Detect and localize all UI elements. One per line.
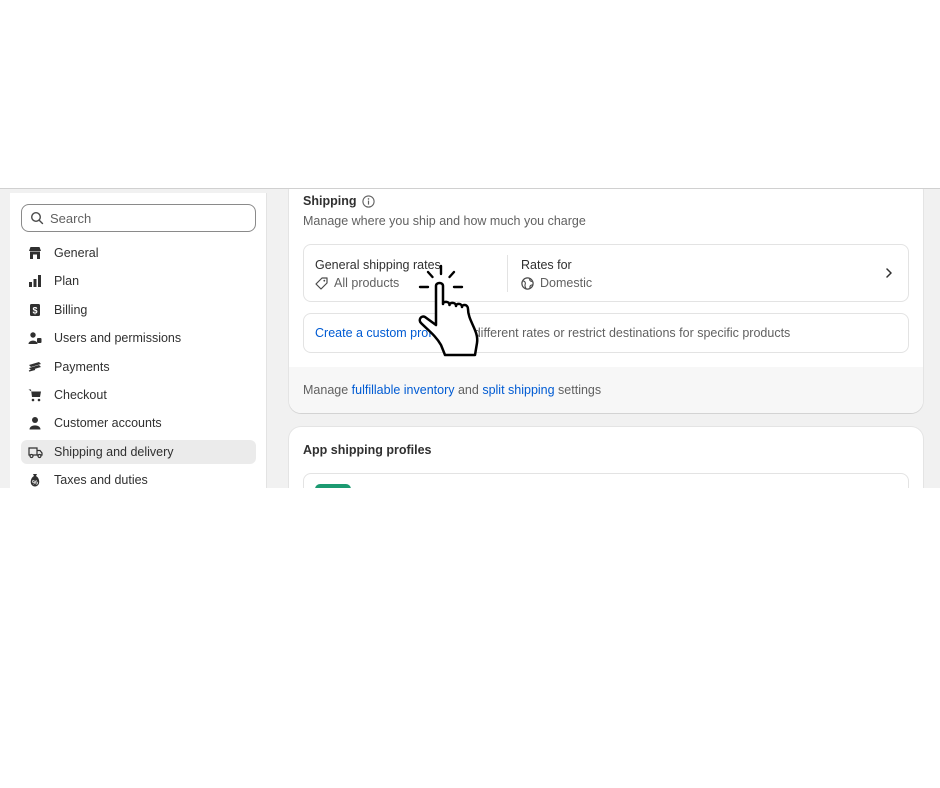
sidebar-item-checkout[interactable]: Checkout bbox=[21, 383, 256, 407]
sidebar-item-label: Plan bbox=[54, 274, 80, 289]
search-input[interactable] bbox=[50, 210, 240, 226]
split-shipping-link[interactable]: split shipping bbox=[482, 383, 554, 397]
sidebar-item-plan[interactable]: Plan bbox=[21, 269, 256, 293]
tax-icon: % bbox=[27, 472, 43, 488]
sidebar-item-label: Taxes and duties bbox=[54, 473, 148, 488]
chevron-right-icon bbox=[886, 268, 892, 278]
app-logo-icon bbox=[315, 484, 351, 488]
store-icon bbox=[27, 245, 43, 261]
shipping-card: Shipping Manage where you ship and how m… bbox=[289, 189, 923, 413]
sidebar-item-users[interactable]: Users and permissions bbox=[21, 326, 256, 350]
sidebar-item-taxes[interactable]: % Taxes and duties bbox=[21, 468, 256, 488]
svg-text:$: $ bbox=[32, 305, 37, 315]
person-icon bbox=[27, 415, 43, 431]
sidebar-item-customer-accounts[interactable]: Customer accounts bbox=[21, 411, 256, 435]
payments-icon bbox=[27, 359, 43, 375]
users-icon bbox=[27, 330, 43, 346]
cart-icon bbox=[27, 387, 43, 403]
rates-products: All products bbox=[334, 276, 400, 290]
app-profile-row[interactable] bbox=[303, 473, 909, 488]
main-content: Shipping Manage where you ship and how m… bbox=[289, 189, 923, 488]
custom-profile-row: Create a custom prof different rates or … bbox=[303, 313, 909, 353]
tag-icon bbox=[315, 276, 328, 290]
search-box[interactable] bbox=[21, 204, 256, 232]
info-icon[interactable] bbox=[362, 194, 376, 208]
sidebar-item-shipping[interactable]: Shipping and delivery bbox=[21, 439, 256, 464]
sidebar-item-label: Shipping and delivery bbox=[54, 444, 174, 459]
hand-pointer-cursor-icon bbox=[418, 264, 479, 357]
sidebar-nav: General Plan $ Billing Users and permiss… bbox=[21, 241, 256, 488]
sidebar-item-payments[interactable]: Payments bbox=[21, 355, 256, 379]
plan-icon bbox=[27, 273, 43, 289]
divider bbox=[507, 255, 508, 292]
truck-icon bbox=[27, 444, 43, 460]
sidebar-item-label: Billing bbox=[54, 302, 88, 317]
custom-profile-text: different rates or restrict destinations… bbox=[473, 326, 791, 340]
fulfillable-inventory-link[interactable]: fulfillable inventory bbox=[352, 383, 455, 397]
sidebar-item-billing[interactable]: $ Billing bbox=[21, 298, 256, 322]
globe-icon bbox=[521, 276, 534, 290]
sidebar-item-label: General bbox=[54, 246, 99, 260]
sidebar-item-label: Users and permissions bbox=[54, 331, 182, 346]
shipping-footer: Manage fulfillable inventory and split s… bbox=[289, 367, 923, 413]
app-shipping-profiles-card: App shipping profiles bbox=[289, 427, 923, 488]
sidebar-item-label: Payments bbox=[54, 359, 110, 374]
settings-sidebar: General Plan $ Billing Users and permiss… bbox=[10, 193, 267, 488]
rates-region-column: Rates for Domestic bbox=[521, 258, 592, 290]
create-custom-profile-link[interactable]: Create a custom prof bbox=[315, 326, 432, 340]
shipping-title: Shipping bbox=[303, 194, 376, 208]
sidebar-item-label: Customer accounts bbox=[54, 416, 162, 431]
svg-text:%: % bbox=[32, 480, 38, 487]
sidebar-item-label: Checkout bbox=[54, 387, 107, 402]
search-icon bbox=[30, 211, 44, 225]
billing-icon: $ bbox=[27, 302, 43, 318]
rates-for-label: Rates for bbox=[521, 258, 572, 272]
rates-region: Domestic bbox=[540, 276, 593, 290]
general-shipping-rates-row[interactable]: General shipping rates All products Rate… bbox=[303, 244, 909, 302]
app-shipping-profiles-title: App shipping profiles bbox=[303, 443, 432, 457]
sidebar-item-general[interactable]: General bbox=[21, 241, 256, 265]
shipping-subtitle: Manage where you ship and how much you c… bbox=[303, 214, 586, 228]
